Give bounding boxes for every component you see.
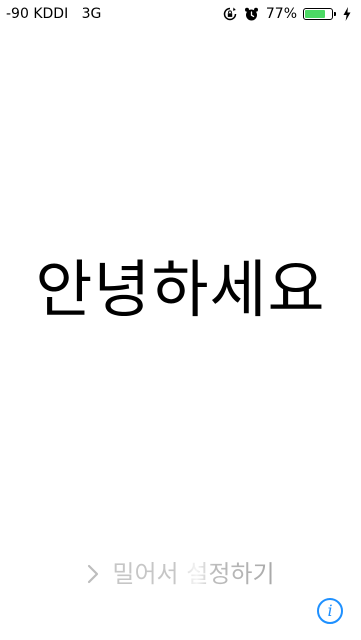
chevron-right-icon	[88, 564, 99, 584]
carrier-info: -90 KDDI 3G	[6, 0, 101, 28]
info-icon: i	[327, 601, 333, 620]
lightning-bolt-icon	[339, 6, 355, 22]
signal-strength: -90	[6, 6, 29, 22]
info-button[interactable]: i	[317, 598, 343, 624]
status-right: 77%	[222, 0, 355, 28]
status-bar: -90 KDDI 3G 77%	[0, 0, 361, 28]
slide-to-unlock[interactable]: 밀어서 설정하기	[0, 556, 361, 592]
carrier-name: KDDI	[33, 6, 69, 22]
alarm-clock-icon	[244, 6, 260, 22]
greeting-text: 안녕하세요	[35, 253, 326, 326]
rotation-lock-icon	[222, 6, 238, 22]
battery-percent: 77%	[265, 6, 297, 22]
network-type: 3G	[81, 6, 102, 22]
battery-icon	[303, 8, 336, 20]
battery-fill	[305, 10, 326, 18]
slide-to-unlock-label: 밀어서 설정하기	[112, 560, 275, 588]
